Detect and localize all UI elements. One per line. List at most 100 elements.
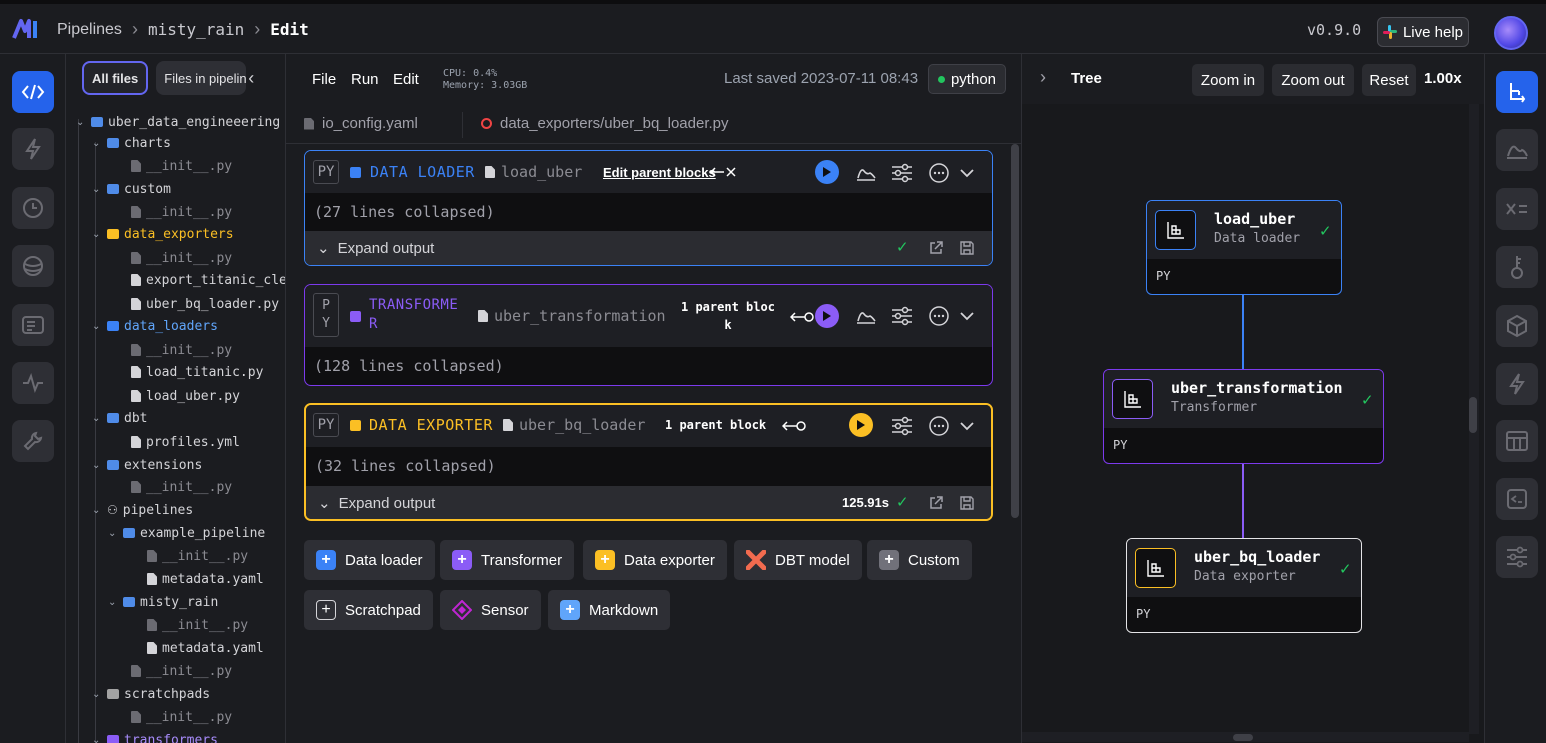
tree-file-item[interactable]: load_titanic.py (108, 362, 263, 382)
add-custom-button[interactable]: + Custom (867, 540, 972, 580)
tree-file-item[interactable]: __init__.py (124, 546, 248, 566)
terminal-icon[interactable] (1496, 478, 1538, 520)
block-data-loader[interactable]: PY DATA LOADER load_uber Edit parent blo… (304, 150, 993, 266)
tree-file-item[interactable]: __init__.py (124, 615, 248, 635)
edit-parent-blocks-link[interactable]: Edit parent blocks (603, 165, 716, 180)
tree-folder-item[interactable]: ⌄ data_exporters (92, 224, 234, 244)
heartbeat-icon[interactable] (12, 362, 54, 404)
tab-all-files[interactable]: All files (82, 61, 149, 95)
breadcrumb-pipelines[interactable]: Pipelines (57, 21, 122, 39)
tree-file-item[interactable]: __init__.py (108, 156, 232, 176)
menu-edit[interactable]: Edit (393, 71, 419, 88)
settings-icon[interactable] (1496, 536, 1538, 578)
tree-folder-item[interactable]: ⌄ scratchpads (92, 684, 210, 704)
tree-file-item[interactable]: profiles.yml (108, 432, 240, 452)
tree-file-item[interactable]: metadata.yaml (124, 569, 264, 589)
collapsed-lines-label[interactable]: (32 lines collapsed) (315, 457, 496, 475)
more-options-icon[interactable] (928, 416, 950, 436)
run-block-button[interactable] (815, 304, 839, 328)
tree-horizontal-scrollbar[interactable] (1233, 734, 1253, 741)
add-transformer-button[interactable]: + Transformer (440, 540, 575, 580)
lightning-icon[interactable] (12, 128, 54, 170)
globe-icon[interactable] (12, 245, 54, 287)
clock-icon[interactable] (12, 187, 54, 229)
tree-file-item[interactable]: load_uber.py (108, 386, 240, 406)
wrench-icon[interactable] (12, 420, 54, 462)
settings-sliders-icon[interactable] (891, 416, 913, 436)
file-tab-io-config[interactable]: io_config.yaml (304, 115, 418, 132)
block-data-exporter[interactable]: PY DATA EXPORTER uber_bq_loader 1 parent… (304, 403, 993, 521)
tree-file-item[interactable]: metadata.yaml (124, 638, 264, 658)
add-markdown-button[interactable]: + Markdown (548, 590, 671, 630)
save-icon[interactable] (959, 495, 975, 511)
tree-vertical-scrollbar[interactable] (1469, 397, 1477, 433)
zoom-out-button[interactable]: Zoom out (1272, 64, 1354, 96)
tree-folder-item[interactable]: ⌄ extensions (92, 455, 202, 475)
tree-file-item[interactable]: __init__.py (108, 248, 232, 268)
tree-folder-item[interactable]: ⌄ example_pipeline (108, 523, 265, 543)
save-icon[interactable] (959, 240, 975, 256)
terminal-icon[interactable] (12, 304, 54, 346)
tree-node-uber-bq-loader[interactable]: uber_bq_loader Data exporter ✓ PY (1126, 538, 1362, 633)
chevron-down-icon[interactable] (956, 163, 978, 183)
tree-folder-item[interactable]: ⌄ dbt (92, 408, 147, 428)
open-external-icon[interactable] (928, 240, 944, 256)
collapsed-lines-label[interactable]: (27 lines collapsed) (314, 203, 495, 221)
block-name[interactable]: load_uber (485, 163, 582, 181)
tree-folder-item[interactable]: ⌄ misty_rain (108, 592, 218, 612)
add-sensor-button[interactable]: Sensor (440, 590, 541, 630)
settings-sliders-icon[interactable] (891, 163, 913, 183)
table-icon[interactable] (1496, 420, 1538, 462)
tree-folder-item[interactable]: ⌄ charts (92, 133, 171, 153)
parent-blocks-label[interactable]: 1 parent bloc k (681, 298, 775, 334)
variables-icon[interactable] (1496, 188, 1538, 230)
block-transformer[interactable]: P Y TRANSFORME R uber_transformation 1 p… (304, 284, 993, 386)
mage-logo-icon[interactable] (12, 18, 40, 40)
run-block-button[interactable] (849, 413, 873, 437)
tree-folder-item[interactable]: ⌄ ⚇ pipelines (92, 500, 193, 520)
add-scratchpad-button[interactable]: + Scratchpad (304, 590, 433, 630)
kernel-status-button[interactable]: python (928, 64, 1006, 94)
key-icon[interactable] (1496, 246, 1538, 288)
menu-file[interactable]: File (312, 71, 336, 88)
tab-files-in-pipeline[interactable]: Files in pipeline (156, 61, 247, 95)
chevron-down-icon[interactable] (956, 306, 978, 326)
chevron-down-icon[interactable] (956, 416, 978, 436)
tree-icon[interactable] (1496, 71, 1538, 113)
block-name[interactable]: uber_bq_loader (503, 416, 645, 434)
zoom-in-button[interactable]: Zoom in (1192, 64, 1264, 96)
run-block-button[interactable] (815, 160, 839, 184)
editor-scrollbar[interactable] (1011, 144, 1019, 518)
more-options-icon[interactable] (928, 306, 950, 326)
chart-icon[interactable] (855, 163, 877, 183)
tree-file-item[interactable]: __init__.py (108, 202, 232, 222)
expand-output-button[interactable]: ⌄ Expand output (317, 239, 434, 258)
tree-file-item[interactable]: __init__.py (108, 477, 232, 497)
tree-folder-item[interactable]: ⌄ transformers (92, 730, 218, 743)
tree-file-item[interactable]: __init__.py (108, 661, 232, 681)
add-data-exporter-button[interactable]: + Data exporter (583, 540, 727, 580)
breadcrumb-pipeline-name[interactable]: misty_rain (148, 20, 244, 39)
settings-sliders-icon[interactable] (891, 306, 913, 326)
open-external-icon[interactable] (928, 495, 944, 511)
tree-node-uber-transformation[interactable]: uber_transformation Transformer ✓ PY (1103, 369, 1384, 464)
tree-folder-item[interactable]: ⌄ uber_data_engineeering (76, 112, 280, 132)
collapse-panel-icon[interactable]: ‹ (248, 68, 254, 89)
tree-folder-item[interactable]: ⌄ data_loaders (92, 316, 218, 336)
parent-blocks-label[interactable]: 1 parent block (665, 418, 766, 432)
collapsed-lines-label[interactable]: (128 lines collapsed) (314, 357, 504, 375)
code-icon[interactable] (12, 71, 54, 113)
tree-file-item[interactable]: export_titanic_clea (108, 270, 285, 290)
menu-run[interactable]: Run (351, 71, 379, 88)
tree-file-item[interactable]: __init__.py (108, 707, 232, 727)
chart-icon[interactable] (855, 306, 877, 326)
lightning-icon[interactable] (1496, 363, 1538, 405)
file-tab-uber-bq-loader[interactable]: data_exporters/uber_bq_loader.py (481, 115, 729, 132)
add-dbt-model-button[interactable]: DBT model (734, 540, 862, 580)
expand-output-button[interactable]: ⌄ Expand output (318, 494, 435, 513)
reset-zoom-button[interactable]: Reset (1362, 64, 1416, 96)
tree-file-item[interactable]: __init__.py (108, 340, 232, 360)
chevron-right-icon[interactable]: › (1040, 67, 1046, 88)
tree-folder-item[interactable]: ⌄ custom (92, 179, 171, 199)
live-help-button[interactable]: Live help (1377, 17, 1469, 47)
